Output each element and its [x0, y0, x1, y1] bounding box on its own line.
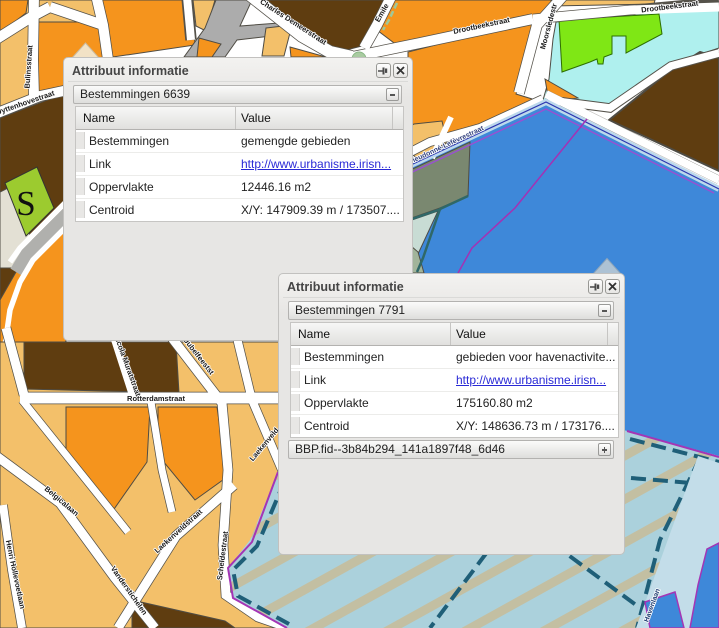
svg-text:S: S	[16, 184, 35, 223]
